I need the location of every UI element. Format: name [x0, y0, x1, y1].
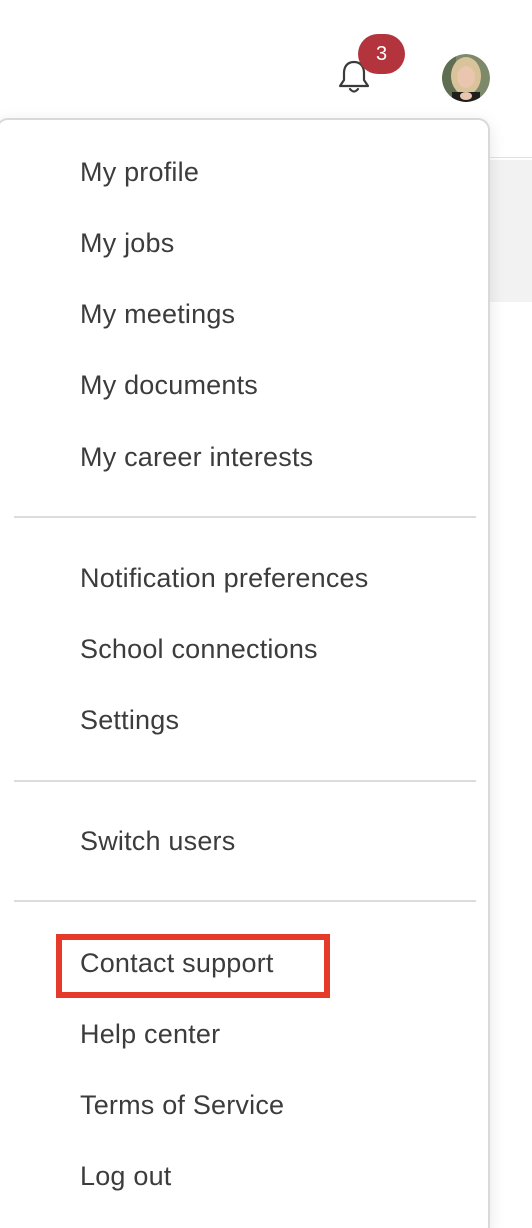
- menu-item-switch-users[interactable]: Switch users: [80, 817, 235, 865]
- menu-item-school-connections[interactable]: School connections: [80, 625, 318, 673]
- menu-item-settings[interactable]: Settings: [80, 696, 179, 744]
- menu-divider: [14, 900, 476, 902]
- menu-item-terms-of-service[interactable]: Terms of Service: [80, 1081, 284, 1129]
- menu-item-help-center[interactable]: Help center: [80, 1010, 220, 1058]
- menu-item-my-documents[interactable]: My documents: [80, 361, 258, 409]
- menu-item-log-out[interactable]: Log out: [80, 1152, 171, 1200]
- account-dropdown-menu: [0, 118, 490, 1228]
- menu-item-notification-preferences[interactable]: Notification preferences: [80, 554, 368, 602]
- menu-divider: [14, 516, 476, 518]
- menu-item-my-career-interests[interactable]: My career interests: [80, 433, 313, 481]
- menu-divider: [14, 780, 476, 782]
- menu-item-my-meetings[interactable]: My meetings: [80, 290, 235, 338]
- user-avatar[interactable]: [442, 54, 490, 102]
- avatar-photo: [442, 54, 490, 102]
- menu-item-contact-support[interactable]: Contact support: [80, 939, 274, 987]
- background-panel: [488, 160, 532, 302]
- page: 3 My profile My jobs My meetings My docu…: [0, 0, 532, 1228]
- notification-count-badge: 3: [358, 34, 405, 74]
- menu-item-my-jobs[interactable]: My jobs: [80, 219, 174, 267]
- menu-item-my-profile[interactable]: My profile: [80, 148, 199, 196]
